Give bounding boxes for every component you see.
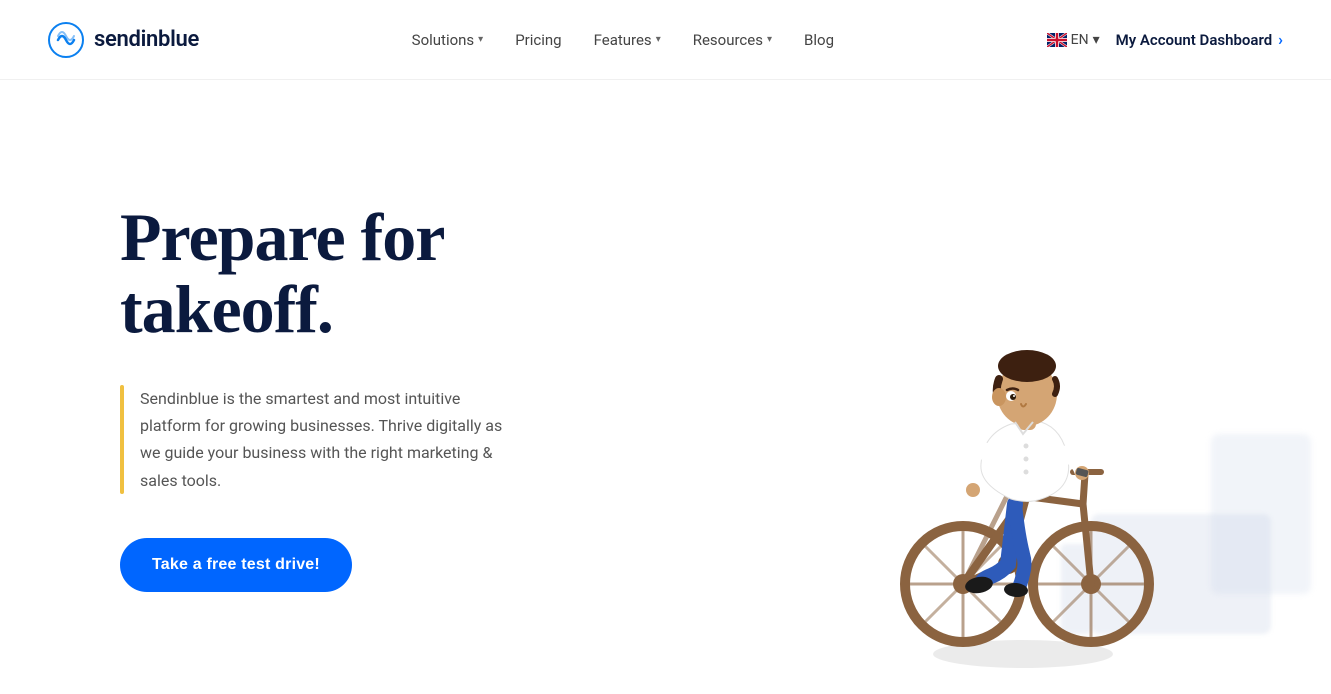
- hero-character-illustration: [863, 194, 1183, 674]
- nav-blog[interactable]: Blog: [804, 31, 834, 49]
- site-header: sendinblue Solutions ▾ Pricing Features …: [0, 0, 1331, 80]
- features-dropdown-arrow: ▾: [656, 34, 661, 45]
- lang-arrow: ▾: [1093, 32, 1100, 48]
- resources-dropdown-arrow: ▾: [767, 34, 772, 45]
- header-right: EN ▾ My Account Dashboard ›: [1047, 30, 1283, 49]
- hero-description-bar: [120, 385, 124, 494]
- flag-icon: [1047, 33, 1067, 47]
- hero-description: Sendinblue is the smartest and most intu…: [140, 385, 520, 494]
- bg-blur-element-2: [1211, 434, 1311, 594]
- lang-label: EN: [1071, 32, 1089, 48]
- nav-solutions[interactable]: Solutions ▾: [412, 31, 484, 49]
- sendinblue-logo-icon: [48, 22, 84, 58]
- account-label: My Account Dashboard: [1116, 31, 1273, 49]
- main-nav: Solutions ▾ Pricing Features ▾ Resources…: [412, 31, 834, 49]
- hero-section: Prepare for takeoff. Sendinblue is the s…: [0, 80, 1331, 694]
- logo-link[interactable]: sendinblue: [48, 22, 199, 58]
- nav-resources[interactable]: Resources ▾: [693, 31, 772, 49]
- nav-pricing[interactable]: Pricing: [515, 31, 561, 49]
- cta-button[interactable]: Take a free test drive!: [120, 538, 352, 592]
- account-chevron-icon: ›: [1278, 30, 1283, 49]
- hero-title: Prepare for takeoff.: [120, 202, 640, 345]
- hero-image-area: [651, 80, 1331, 694]
- language-selector[interactable]: EN ▾: [1047, 32, 1100, 48]
- nav-features[interactable]: Features ▾: [594, 31, 661, 49]
- account-dashboard-link[interactable]: My Account Dashboard ›: [1116, 30, 1283, 49]
- hero-content: Prepare for takeoff. Sendinblue is the s…: [120, 202, 640, 592]
- logo-text: sendinblue: [94, 27, 199, 52]
- hero-description-wrapper: Sendinblue is the smartest and most intu…: [120, 385, 640, 494]
- solutions-dropdown-arrow: ▾: [478, 34, 483, 45]
